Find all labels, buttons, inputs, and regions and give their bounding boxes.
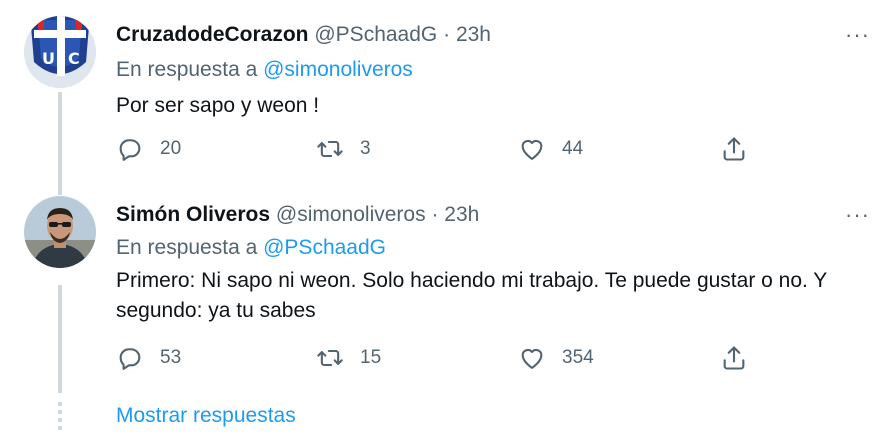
reply-icon	[119, 139, 141, 161]
retweet-count: 15	[360, 347, 382, 368]
separator-dot: ·	[443, 23, 451, 46]
tweet-header: Simón Oliveros @simonoliveros · 23h	[116, 202, 479, 228]
reply-button[interactable]: 53	[116, 341, 181, 375]
reply-mention-link[interactable]: @simonoliveros	[263, 58, 413, 81]
reply-context: En respuesta a @PSchaadG	[116, 236, 386, 260]
share-button[interactable]	[720, 132, 748, 166]
user-handle[interactable]: @simonoliveros	[276, 203, 426, 226]
retweet-button[interactable]: 3	[316, 132, 371, 166]
avatar[interactable]: U C	[24, 16, 96, 88]
like-count: 44	[562, 138, 584, 159]
separator-dot: ·	[431, 203, 439, 226]
tweet-text: Primero: Ni sapo ni weon. Solo haciendo …	[116, 269, 827, 322]
retweet-icon	[317, 349, 343, 367]
user-handle[interactable]: @PSchaadG	[314, 23, 437, 46]
reply-icon	[119, 348, 141, 370]
timestamp[interactable]: 23h	[444, 203, 479, 226]
tweet[interactable]: U C CruzadodeCorazon @PSchaadG · 23h ···…	[0, 0, 896, 190]
reply-prefix: En respuesta a	[116, 58, 258, 81]
tweet-header: CruzadodeCorazon @PSchaadG · 23h	[116, 22, 491, 48]
uc-crest-avatar-image: U C	[24, 16, 96, 88]
display-name[interactable]: CruzadodeCorazon	[116, 23, 309, 46]
reply-prefix: En respuesta a	[116, 236, 258, 259]
like-button[interactable]: 354	[518, 341, 594, 375]
tweet-text: Por ser sapo y weon !	[116, 94, 320, 117]
heart-icon	[521, 348, 543, 369]
retweet-icon	[317, 140, 343, 158]
like-count: 354	[562, 347, 594, 368]
reply-context: En respuesta a @simonoliveros	[116, 58, 413, 82]
retweet-button[interactable]: 15	[316, 341, 381, 375]
like-button[interactable]: 44	[518, 132, 583, 166]
reply-mention-link[interactable]: @PSchaadG	[263, 236, 386, 259]
svg-text:C: C	[68, 49, 80, 68]
share-button[interactable]	[720, 341, 748, 375]
more-options-icon[interactable]: ···	[845, 24, 870, 46]
share-icon	[723, 346, 745, 370]
share-icon	[723, 137, 745, 161]
svg-text:U: U	[42, 49, 55, 68]
man-sunglasses-avatar-image	[24, 196, 96, 268]
heart-icon	[521, 139, 543, 160]
tweet[interactable]: Simón Oliveros @simonoliveros · 23h ··· …	[0, 190, 896, 395]
timestamp[interactable]: 23h	[456, 23, 491, 46]
reply-count: 20	[160, 138, 182, 159]
tweet-actions: 20 3 44	[116, 132, 766, 166]
show-replies-link[interactable]: Mostrar respuestas	[116, 404, 296, 428]
reply-count: 53	[160, 347, 182, 368]
thread-dotted-line	[58, 402, 62, 434]
display-name[interactable]: Simón Oliveros	[116, 203, 270, 226]
tweet-actions: 53 15 354	[116, 341, 766, 375]
reply-button[interactable]: 20	[116, 132, 181, 166]
retweet-count: 3	[360, 138, 371, 159]
avatar[interactable]	[24, 196, 96, 268]
more-options-icon[interactable]: ···	[845, 204, 870, 226]
